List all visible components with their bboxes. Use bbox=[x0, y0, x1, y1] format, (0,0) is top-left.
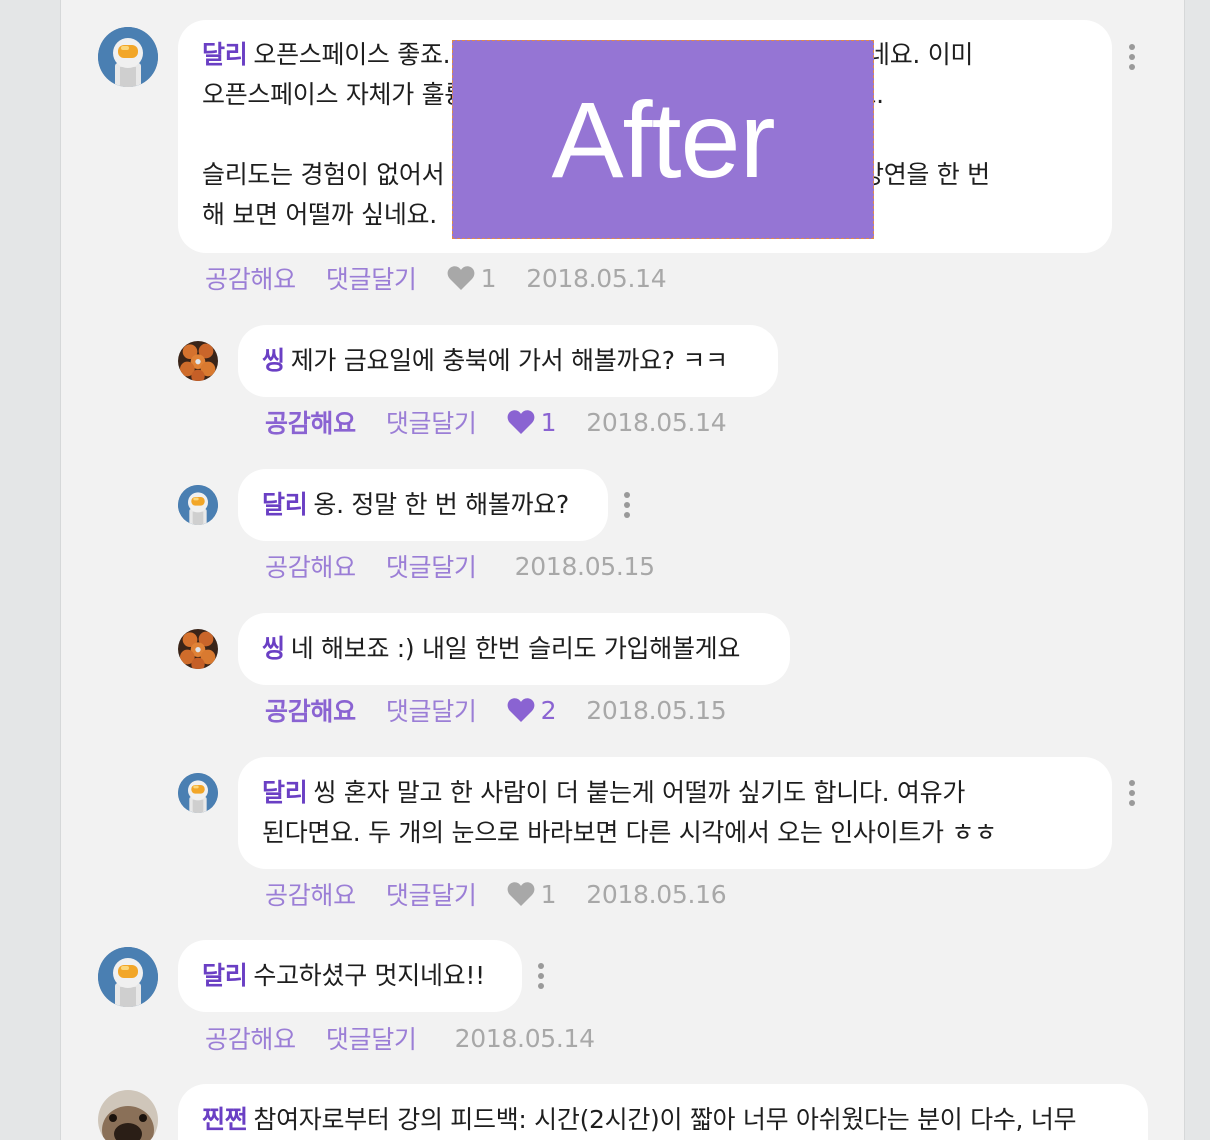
empathize-button[interactable]: 공감해요 bbox=[205, 260, 296, 296]
after-overlay-label: After bbox=[452, 40, 874, 239]
avatar[interactable] bbox=[178, 773, 218, 813]
avatar[interactable] bbox=[98, 27, 158, 87]
astronaut-avatar-icon bbox=[98, 27, 158, 87]
comment-actions: 공감해요 댓글달기 1 2018.05.14 bbox=[265, 402, 727, 442]
empathize-button[interactable]: 공감해요 bbox=[265, 692, 356, 728]
comment-author[interactable]: 달리 bbox=[262, 490, 308, 519]
comment-text: 씽 제가 금요일에 충북에 가서 해볼까요? ㅋㅋ bbox=[262, 346, 728, 375]
comment-text: 씽네 해보죠 :) 내일 한번 슬리도 가입해볼게요 bbox=[262, 634, 741, 663]
comment-author[interactable]: 씽 bbox=[262, 634, 285, 663]
like-count[interactable]: 2 bbox=[507, 696, 557, 725]
comment-bubble: 씽 제가 금요일에 충북에 가서 해볼까요? ㅋㅋ bbox=[238, 325, 778, 397]
comment-date: 2018.05.15 bbox=[514, 551, 655, 581]
heart-icon bbox=[507, 409, 535, 435]
like-count[interactable]: 1 bbox=[447, 264, 497, 293]
oranges-avatar-icon bbox=[178, 341, 218, 381]
comment-text: 찐쩐 참여자로부터 강의 피드백: 시간(2시간)이 짧아 너무 아쉬웠다는 분이… bbox=[202, 1105, 1077, 1134]
heart-icon bbox=[507, 881, 535, 907]
more-options-icon[interactable] bbox=[622, 492, 632, 518]
reply-button[interactable]: 댓글달기 bbox=[386, 692, 477, 728]
heart-icon bbox=[447, 265, 475, 291]
reply-button[interactable]: 댓글달기 bbox=[326, 1020, 417, 1056]
avatar[interactable] bbox=[178, 629, 218, 669]
empathize-button[interactable]: 공감해요 bbox=[265, 404, 356, 440]
comment-text: 달리 옹. 정말 한 번 해볼까요? bbox=[262, 490, 569, 519]
comment-text: 달리 수고하셨구 멋지네요!! bbox=[202, 961, 485, 990]
empathize-button[interactable]: 공감해요 bbox=[265, 876, 356, 912]
empathize-button[interactable]: 공감해요 bbox=[205, 1020, 296, 1056]
heart-icon bbox=[507, 697, 535, 723]
comment-date: 2018.05.14 bbox=[454, 1023, 595, 1053]
empathize-button[interactable]: 공감해요 bbox=[265, 548, 356, 584]
reply-button[interactable]: 댓글달기 bbox=[386, 876, 477, 912]
comment-bubble: 달리 수고하셨구 멋지네요!! bbox=[178, 940, 522, 1012]
avatar[interactable] bbox=[178, 341, 218, 381]
comment-bubble: 씽네 해보죠 :) 내일 한번 슬리도 가입해볼게요 bbox=[238, 613, 790, 685]
comment-author[interactable]: 달리 bbox=[262, 778, 308, 807]
comment-author[interactable]: 씽 bbox=[262, 346, 285, 375]
comment-date: 2018.05.14 bbox=[526, 263, 667, 293]
comment-bubble: 찐쩐 참여자로부터 강의 피드백: 시간(2시간)이 짧아 너무 아쉬웠다는 분이… bbox=[178, 1084, 1148, 1140]
oranges-avatar-icon bbox=[178, 629, 218, 669]
astronaut-avatar-icon bbox=[178, 773, 218, 813]
comment-date: 2018.05.16 bbox=[586, 879, 727, 909]
comment-author[interactable]: 달리 bbox=[202, 40, 248, 69]
comment-actions: 공감해요 댓글달기 2018.05.15 bbox=[265, 546, 655, 586]
more-options-icon[interactable] bbox=[1127, 44, 1137, 70]
comment-date: 2018.05.15 bbox=[586, 695, 727, 725]
comment-actions: 공감해요 댓글달기 2 2018.05.15 bbox=[265, 690, 727, 730]
comment-bubble: 달리 씽 혼자 말고 한 사람이 더 붙는게 어떨까 싶기도 합니다. 여유가 된… bbox=[238, 757, 1112, 869]
comment-actions: 공감해요 댓글달기 1 2018.05.16 bbox=[265, 874, 727, 914]
reply-button[interactable]: 댓글달기 bbox=[386, 404, 477, 440]
reply-button[interactable]: 댓글달기 bbox=[326, 260, 417, 296]
like-count[interactable]: 1 bbox=[507, 880, 557, 909]
more-options-icon[interactable] bbox=[536, 963, 546, 989]
more-options-icon[interactable] bbox=[1127, 780, 1137, 806]
comment-author[interactable]: 달리 bbox=[202, 961, 248, 990]
reply-button[interactable]: 댓글달기 bbox=[386, 548, 477, 584]
like-count[interactable]: 1 bbox=[507, 408, 557, 437]
comment-author[interactable]: 찐쩐 bbox=[202, 1105, 248, 1134]
avatar[interactable] bbox=[98, 947, 158, 1007]
comment-actions: 공감해요 댓글달기 1 2018.05.14 bbox=[205, 258, 667, 298]
comment-actions: 공감해요 댓글달기 2018.05.14 bbox=[205, 1018, 595, 1058]
avatar[interactable] bbox=[178, 485, 218, 525]
astronaut-avatar-icon bbox=[98, 947, 158, 1007]
comment-date: 2018.05.14 bbox=[586, 407, 727, 437]
comment-text: 된다면요. 두 개의 눈으로 바라보면 다른 시각에서 오는 인사이트가 ㅎㅎ bbox=[262, 818, 997, 847]
comment-text: 달리 씽 혼자 말고 한 사람이 더 붙는게 어떨까 싶기도 합니다. 여유가 bbox=[262, 778, 966, 807]
astronaut-avatar-icon bbox=[178, 485, 218, 525]
comment-bubble: 달리 옹. 정말 한 번 해볼까요? bbox=[238, 469, 608, 541]
